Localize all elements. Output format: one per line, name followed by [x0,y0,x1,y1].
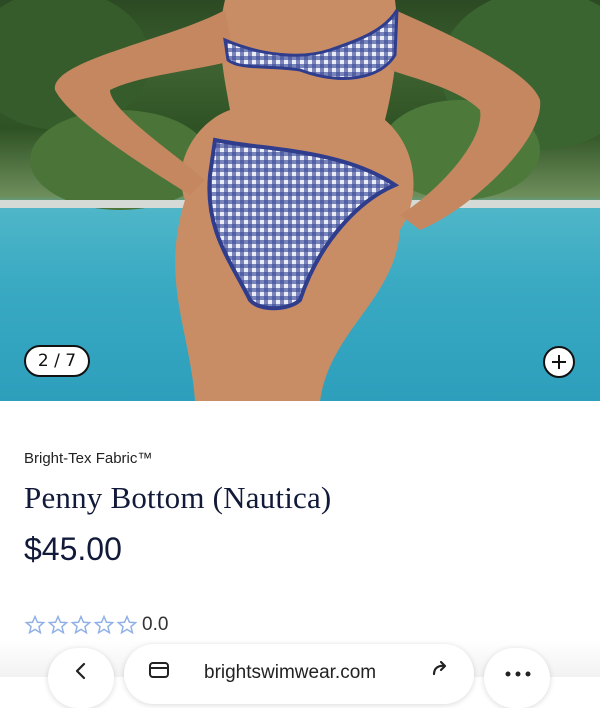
url-text[interactable]: brightswimwear.com [204,662,376,684]
rating-value: 0.0 [142,614,169,635]
zoom-plus-icon[interactable] [543,346,575,378]
fabric-label: Bright-Tex Fabric™ [24,450,153,467]
star-icon [70,614,92,635]
star-icon [47,614,69,635]
product-photo [0,0,600,401]
product-image-gallery[interactable]: 2 / 7 [0,0,600,401]
more-button[interactable] [484,648,550,708]
tabs-icon[interactable] [148,661,172,679]
product-price: $45.00 [24,531,122,567]
star-icon [24,614,46,635]
star-icon [93,614,115,635]
back-arrow-icon[interactable] [72,662,90,680]
reload-icon[interactable] [430,660,454,680]
rating[interactable]: 0.0 [24,612,168,638]
star-icon [116,614,138,635]
more-icon[interactable] [505,671,531,677]
product-title: Penny Bottom (Nautica) [24,480,332,515]
image-counter: 2 / 7 [24,345,90,377]
